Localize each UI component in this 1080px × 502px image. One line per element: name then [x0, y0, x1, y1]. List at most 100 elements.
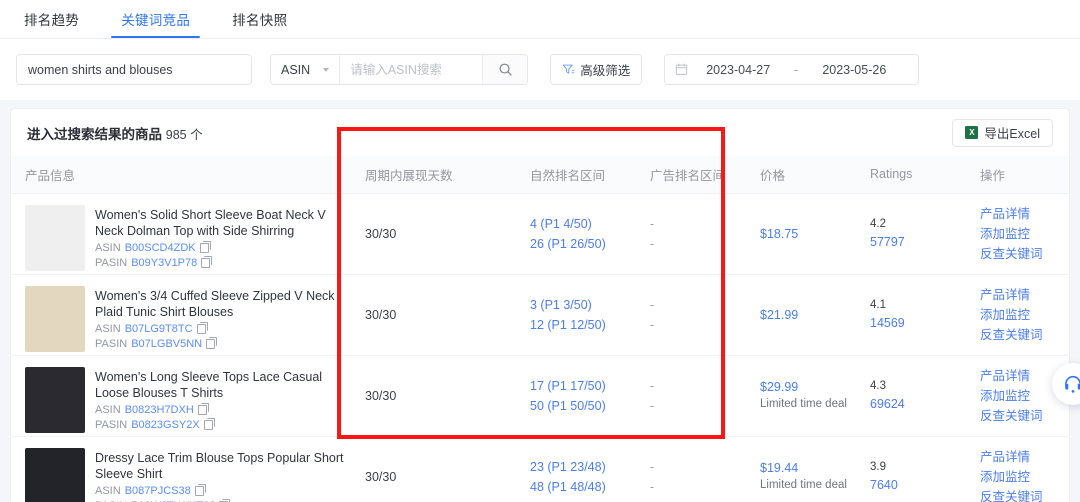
- copy-pasin-icon[interactable]: [206, 337, 218, 349]
- asin-label: ASIN: [95, 322, 121, 335]
- ad-rank-best: -: [650, 297, 655, 312]
- cell-actions: 产品详情 添加监控 反查关键词: [966, 274, 1069, 355]
- cell-product-info: Women's 3/4 Cuffed Sleeve Zipped V Neck …: [11, 274, 351, 355]
- th-organic-rank: 自然排名区间: [530, 168, 606, 183]
- tab-ranking-snapshot[interactable]: 排名快照: [222, 9, 297, 38]
- copy-asin-icon[interactable]: [199, 241, 211, 253]
- organic-rank-best[interactable]: 23 (P1 23/48): [530, 457, 636, 477]
- organic-rank-worst[interactable]: 12 (P1 12/50): [530, 315, 636, 335]
- advanced-filter-button[interactable]: 高级筛选: [550, 54, 643, 85]
- results-card: 进入过搜索结果的商品 985 个 X 导出Excel 产品信息 周期内展现天数 …: [10, 108, 1070, 502]
- filter-bar: ASIN 高级筛选 2023-04-27 - 2023-05-26: [0, 39, 1080, 100]
- asin-value[interactable]: B00SCD4ZDK: [125, 242, 196, 254]
- product-asin-line: ASIN B0823H7DXH: [95, 403, 351, 416]
- action-product-detail[interactable]: 产品详情: [980, 204, 1069, 224]
- asin-type-select[interactable]: ASIN: [271, 55, 341, 84]
- tab-bar: 排名趋势 关键词竞品 排名快照: [0, 0, 1080, 39]
- cell-price: $29.99 Limited time deal: [746, 355, 856, 436]
- organic-rank-worst[interactable]: 26 (P1 26/50): [530, 234, 636, 254]
- tab-keyword-competitors[interactable]: 关键词竞品: [111, 9, 201, 38]
- copy-asin-icon[interactable]: [197, 403, 209, 415]
- cell-display-days: 30/30: [365, 469, 397, 484]
- keyword-input[interactable]: [16, 54, 252, 85]
- review-count[interactable]: 69624: [870, 395, 966, 414]
- th-product-info: 产品信息: [25, 168, 76, 183]
- asin-value[interactable]: B07LG9T8TC: [125, 323, 193, 335]
- organic-rank-worst[interactable]: 50 (P1 50/50): [530, 396, 636, 416]
- action-add-monitor[interactable]: 添加监控: [980, 305, 1069, 325]
- cell-ratings: 4.2 57797: [856, 193, 966, 274]
- action-reverse-keyword[interactable]: 反查关键词: [980, 244, 1069, 264]
- product-pasin-line: PASIN B0823GSY2X: [95, 418, 351, 431]
- organic-rank-worst[interactable]: 48 (P1 48/48): [530, 477, 636, 497]
- filter-icon: [562, 64, 575, 74]
- cell-price: $21.99: [746, 274, 856, 355]
- action-reverse-keyword[interactable]: 反查关键词: [980, 487, 1069, 502]
- cell-ad-rank: - -: [636, 274, 746, 355]
- cell-display-days: 30/30: [365, 307, 397, 322]
- copy-pasin-icon[interactable]: [203, 418, 215, 430]
- cell-actions: 产品详情 添加监控 反查关键词: [966, 355, 1069, 436]
- export-excel-label: 导出Excel: [984, 127, 1040, 141]
- ad-rank-worst: -: [650, 317, 655, 332]
- product-thumbnail: [25, 285, 85, 352]
- cell-ratings: 4.1 14569: [856, 274, 966, 355]
- product-pasin-line: PASIN B07LGBV5NN: [95, 337, 351, 350]
- date-separator: -: [794, 62, 799, 77]
- cell-actions: 产品详情 添加监控 反查关键词: [966, 436, 1069, 502]
- organic-rank-best[interactable]: 4 (P1 4/50): [530, 214, 636, 234]
- pasin-label: PASIN: [95, 418, 128, 431]
- ad-rank-worst: -: [650, 236, 655, 251]
- card-title-text: 进入过搜索结果的商品: [27, 126, 162, 142]
- chat-support-icon: [1065, 375, 1080, 393]
- products-table: 产品信息 周期内展现天数 自然排名区间 广告排名区间 价格 Ratings 操作…: [11, 156, 1069, 502]
- asin-search-input[interactable]: [340, 55, 483, 84]
- date-range-picker[interactable]: 2023-04-27 - 2023-05-26: [664, 54, 920, 85]
- organic-rank-best[interactable]: 3 (P1 3/50): [530, 295, 636, 315]
- excel-icon: X: [965, 126, 979, 139]
- copy-asin-icon[interactable]: [196, 322, 208, 334]
- action-add-monitor[interactable]: 添加监控: [980, 467, 1069, 487]
- pasin-value[interactable]: B07LGBV5NN: [131, 338, 202, 350]
- action-reverse-keyword[interactable]: 反查关键词: [980, 406, 1069, 426]
- rating-score: 4.1: [870, 299, 886, 311]
- review-count[interactable]: 7640: [870, 476, 966, 495]
- product-title: Women's Long Sleeve Tops Lace Casual Loo…: [95, 369, 323, 400]
- tab-ranking-trend[interactable]: 排名趋势: [14, 9, 89, 38]
- pasin-label: PASIN: [95, 256, 128, 269]
- review-count[interactable]: 57797: [870, 233, 966, 252]
- asin-value[interactable]: B0823H7DXH: [125, 404, 194, 416]
- product-pasin-line: PASIN B09Y3V1P78: [95, 256, 351, 269]
- advanced-filter-label: 高级筛选: [580, 64, 631, 78]
- date-start: 2023-04-27: [706, 62, 771, 77]
- price-deal-badge: Limited time deal: [760, 479, 847, 492]
- review-count[interactable]: 14569: [870, 314, 966, 333]
- pasin-value[interactable]: B09Y3V1P78: [131, 257, 197, 269]
- table-body: Women's Solid Short Sleeve Boat Neck V N…: [11, 193, 1069, 502]
- asin-search-group: ASIN: [270, 54, 529, 85]
- organic-rank-best[interactable]: 17 (P1 17/50): [530, 376, 636, 396]
- table-row: Women's Solid Short Sleeve Boat Neck V N…: [11, 193, 1069, 274]
- copy-asin-icon[interactable]: [194, 484, 206, 496]
- cell-ad-rank: - -: [636, 193, 746, 274]
- action-add-monitor[interactable]: 添加监控: [980, 224, 1069, 244]
- ad-rank-best: -: [650, 216, 655, 231]
- action-product-detail[interactable]: 产品详情: [980, 285, 1069, 305]
- product-asin-line: ASIN B07LG9T8TC: [95, 322, 351, 335]
- cell-product-info: Women's Solid Short Sleeve Boat Neck V N…: [11, 193, 351, 274]
- asin-value[interactable]: B087PJCS38: [125, 485, 191, 497]
- export-excel-button[interactable]: X 导出Excel: [952, 118, 1053, 147]
- card-header: 进入过搜索结果的商品 985 个 X 导出Excel: [11, 109, 1069, 156]
- copy-pasin-icon[interactable]: [201, 256, 213, 268]
- rating-score: 4.3: [870, 380, 886, 392]
- table-row: Women's Long Sleeve Tops Lace Casual Loo…: [11, 355, 1069, 436]
- price-value: $18.75: [760, 226, 799, 241]
- rating-score: 4.2: [870, 218, 886, 230]
- action-reverse-keyword[interactable]: 反查关键词: [980, 325, 1069, 345]
- cell-ad-rank: - -: [636, 436, 746, 502]
- action-product-detail[interactable]: 产品详情: [980, 447, 1069, 467]
- card-product-count: 985 个: [165, 127, 203, 142]
- asin-label: ASIN: [95, 241, 121, 254]
- pasin-value[interactable]: B0823GSY2X: [131, 419, 200, 431]
- search-button[interactable]: [482, 55, 528, 84]
